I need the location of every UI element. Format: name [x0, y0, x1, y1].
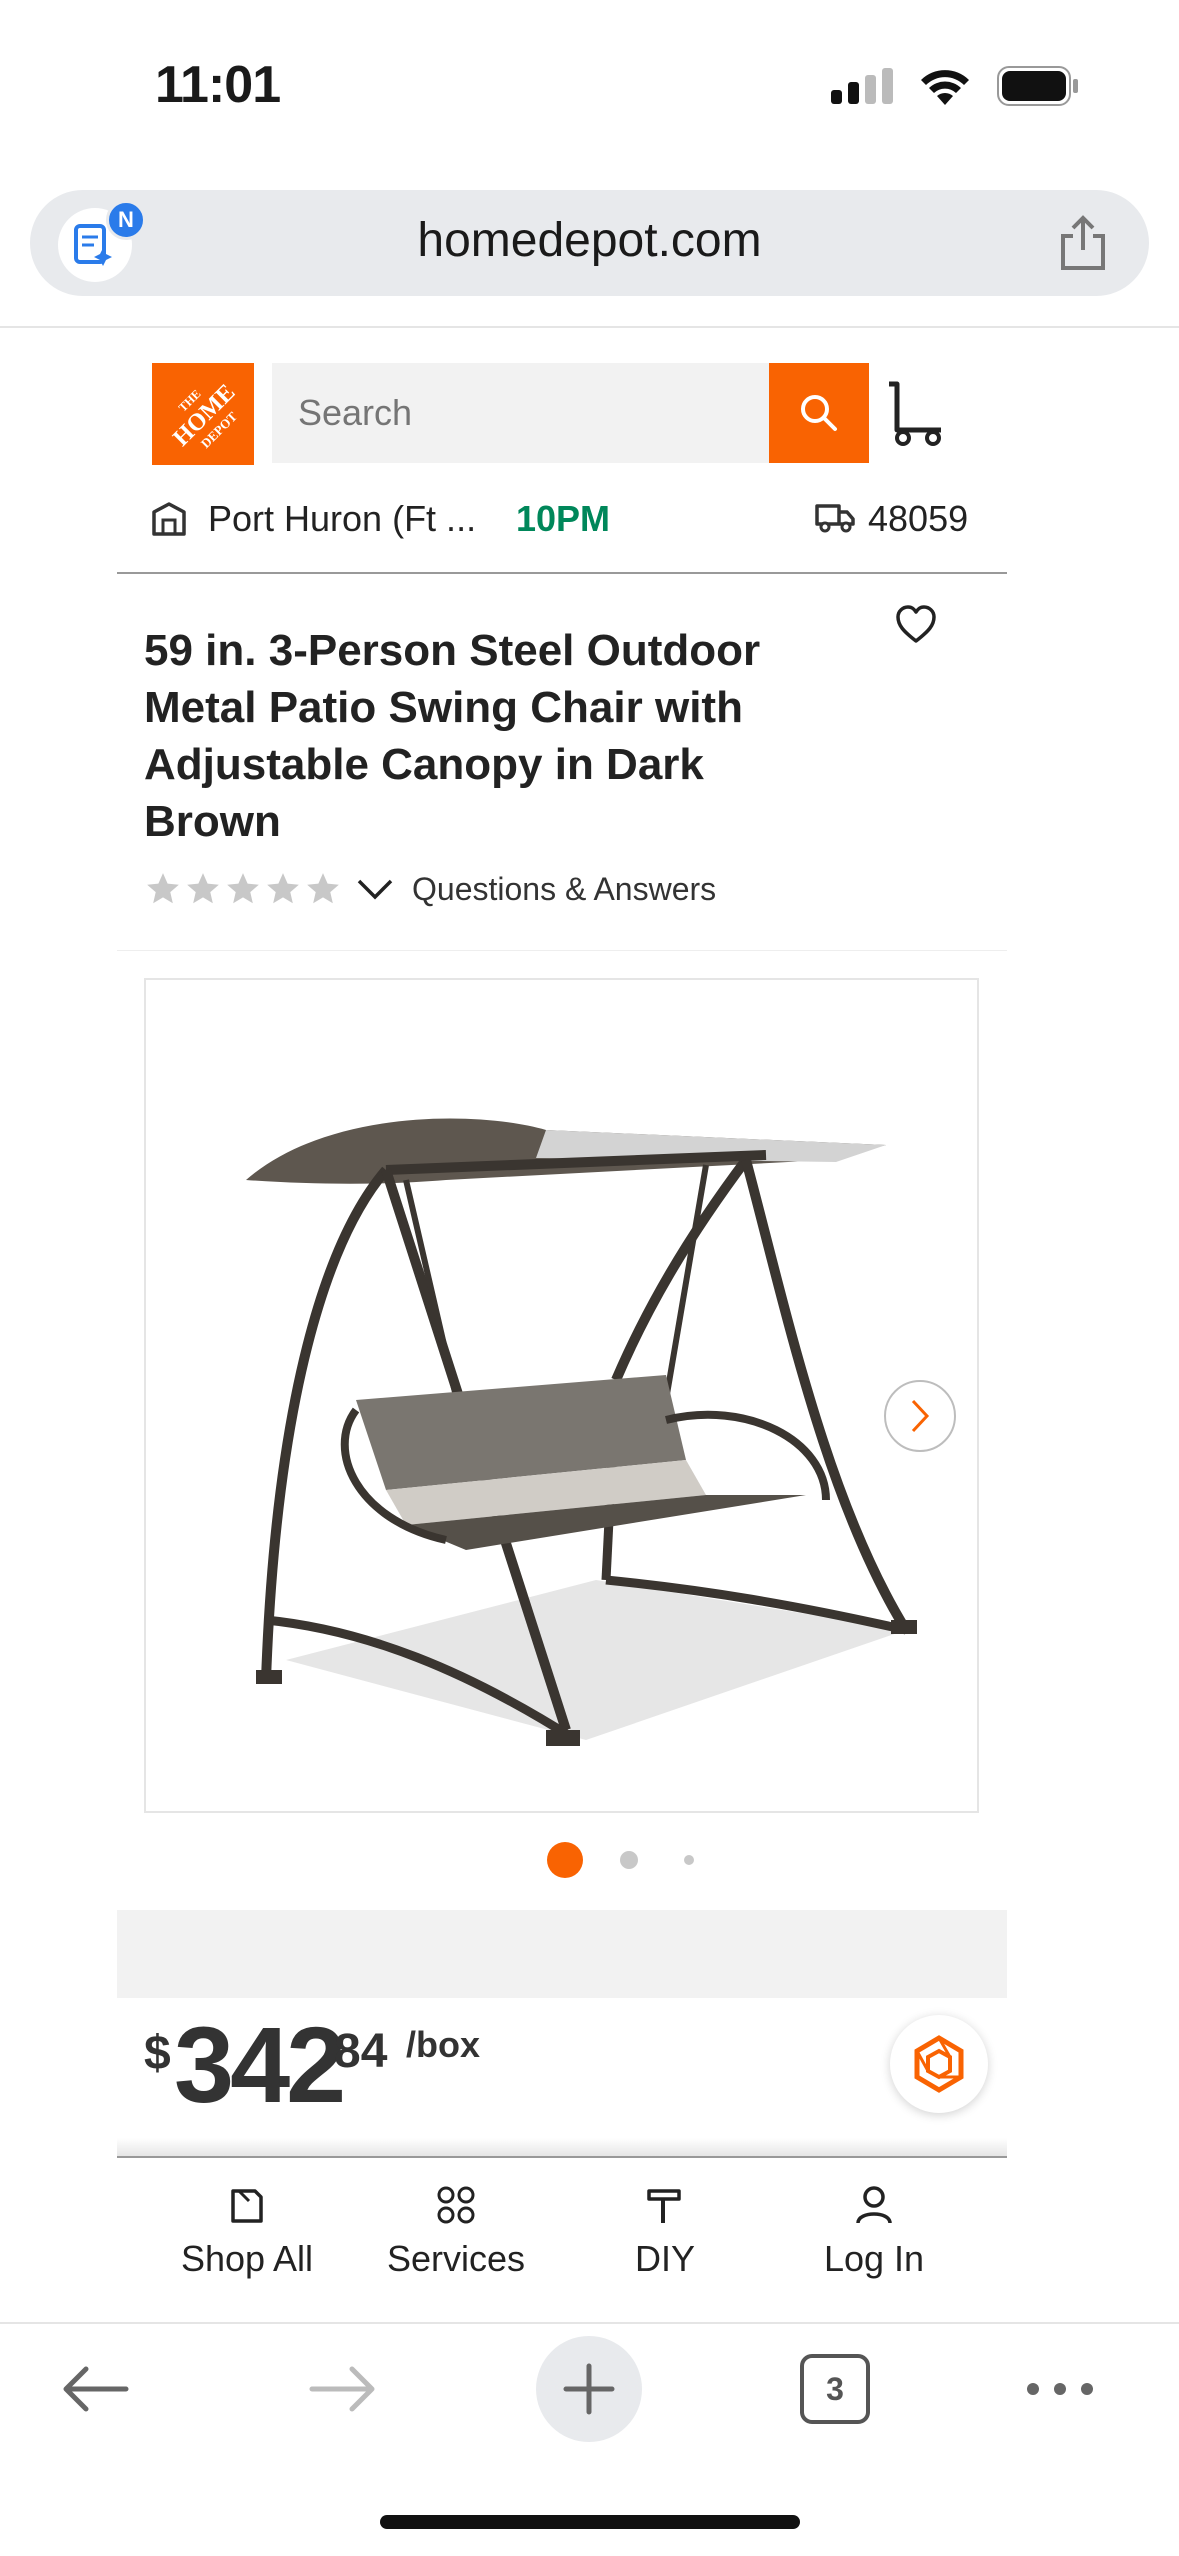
url-bar[interactable]: N homedepot.com — [30, 190, 1149, 296]
site-bottom-nav: Shop All Services DIY Log In — [117, 2180, 1007, 2300]
tabs-button[interactable]: 3 — [795, 2324, 875, 2454]
divider — [117, 2138, 1007, 2156]
search-button[interactable] — [769, 363, 869, 463]
nav-label: DIY — [634, 2238, 695, 2279]
search-box[interactable] — [272, 363, 769, 463]
logo-icon: THE HOME DEPOT — [152, 363, 254, 465]
plus-icon — [563, 2363, 615, 2415]
zip-code[interactable]: 48059 — [868, 498, 968, 540]
carousel-dot[interactable] — [684, 1855, 694, 1865]
chat-assistant-button[interactable] — [890, 2015, 988, 2113]
home-depot-logo[interactable]: THE HOME DEPOT — [152, 363, 254, 465]
nav-label: Log In — [823, 2238, 925, 2279]
store-row[interactable]: Port Huron (Ft ... 10PM 48059 — [150, 490, 970, 548]
chevron-down-icon[interactable] — [356, 877, 394, 901]
status-time: 11:01 — [155, 56, 281, 114]
more-menu-button[interactable] — [1020, 2324, 1100, 2454]
services-icon — [437, 2186, 475, 2224]
divider — [117, 572, 1007, 574]
browser-toolbar: 3 — [0, 2324, 1179, 2454]
divider — [117, 950, 1007, 951]
swing-chair-image — [246, 1118, 917, 1746]
price-currency: $ — [144, 2027, 171, 2080]
hexagon-assistant-icon — [914, 2035, 964, 2093]
favorite-heart-icon[interactable] — [895, 605, 937, 645]
cellular-signal-icon — [831, 68, 893, 104]
share-icon[interactable] — [1057, 214, 1109, 272]
nav-label: Shop All — [180, 2238, 314, 2279]
nav-label: Services — [386, 2238, 526, 2279]
wifi-icon — [921, 70, 969, 105]
nav-log-in[interactable]: Log In — [774, 2180, 974, 2280]
divider — [0, 326, 1179, 328]
cart-icon[interactable] — [885, 380, 945, 446]
forward-button[interactable] — [303, 2324, 383, 2454]
store-icon — [152, 502, 186, 536]
carousel-dots — [0, 1840, 1179, 1880]
forward-arrow-icon — [309, 2366, 375, 2412]
url-text[interactable]: homedepot.com — [30, 213, 1149, 268]
info-band — [117, 1910, 1007, 1998]
more-dots-icon — [1027, 2383, 1093, 2395]
rating-row[interactable]: Questions & Answers — [144, 866, 716, 912]
product-title: 59 in. 3-Person Steel Outdoor Metal Pati… — [144, 626, 761, 846]
nav-services[interactable]: Services — [356, 2180, 556, 2280]
user-icon — [856, 2186, 892, 2224]
star-icon — [267, 873, 299, 904]
tabs-count: 3 — [800, 2354, 870, 2424]
star-icon — [187, 873, 219, 904]
star-icon — [227, 873, 259, 904]
back-arrow-icon — [63, 2366, 129, 2412]
status-bar: 11:01 — [0, 0, 1179, 170]
search-input[interactable] — [298, 363, 763, 463]
carousel-dot[interactable] — [620, 1851, 638, 1869]
status-icons — [831, 66, 1079, 106]
chevron-right-icon — [911, 1399, 930, 1433]
questions-answers-link[interactable]: Questions & Answers — [412, 871, 716, 908]
star-icon — [307, 873, 339, 904]
back-button[interactable] — [55, 2324, 135, 2454]
star-rating — [144, 870, 342, 908]
battery-icon — [997, 66, 1078, 106]
store-name[interactable]: Port Huron (Ft ... — [208, 498, 476, 540]
shop-all-icon — [231, 2189, 263, 2223]
nav-diy[interactable]: DIY — [565, 2180, 765, 2280]
star-icon — [147, 873, 179, 904]
price-dollars: 342 — [174, 2004, 346, 2125]
home-indicator[interactable] — [380, 2515, 800, 2529]
search-icon — [801, 395, 837, 431]
nav-shop-all[interactable]: Shop All — [147, 2180, 347, 2280]
delivery-truck-icon — [815, 504, 855, 533]
carousel-next-button[interactable] — [884, 1380, 956, 1452]
price-unit: /box — [406, 2024, 481, 2065]
store-hours: 10PM — [516, 498, 611, 539]
price-cents: 84 — [334, 2025, 388, 2078]
carousel-dot-active[interactable] — [547, 1842, 583, 1878]
diy-icon — [647, 2189, 681, 2223]
new-tab-button[interactable] — [536, 2336, 642, 2442]
divider — [117, 2156, 1007, 2158]
product-image[interactable] — [144, 978, 979, 1813]
